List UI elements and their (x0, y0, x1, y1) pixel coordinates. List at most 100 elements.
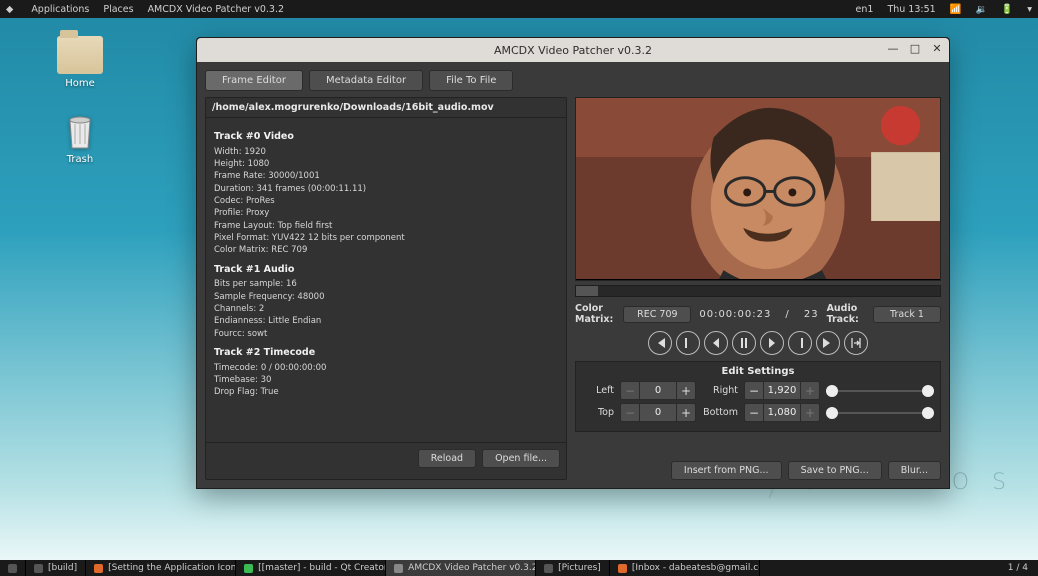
insert-from-png-button[interactable]: Insert from PNG... (671, 461, 782, 480)
open-file-button[interactable]: Open file... (482, 449, 560, 468)
app-icon (244, 564, 253, 573)
taskbar-item-0[interactable]: [build] (26, 560, 86, 576)
tab-file-to-file[interactable]: File To File (429, 70, 513, 91)
blur-button[interactable]: Blur... (888, 461, 941, 480)
loop-button[interactable] (844, 331, 868, 355)
taskbar-item-label: [Pictures] (558, 563, 601, 573)
left-dec-button[interactable]: − (621, 382, 639, 399)
right-panel: Color Matrix: REC 709 00:00:00:23 / 23 A… (575, 97, 941, 480)
taskbar-item-2[interactable]: [[master] - build - Qt Creator (236, 560, 386, 576)
menu-places[interactable]: Places (103, 4, 133, 15)
taskbar-show-desktop[interactable] (0, 560, 26, 576)
window-close-button[interactable]: ✕ (931, 42, 943, 54)
right-stepper[interactable]: − + (744, 381, 820, 400)
top-inc-button[interactable]: + (677, 404, 695, 421)
app-icon (34, 564, 43, 573)
save-to-png-button[interactable]: Save to PNG... (788, 461, 882, 480)
main-tabs: Frame Editor Metadata Editor File To Fil… (205, 70, 941, 91)
left-label: Left (582, 385, 614, 396)
next-frame-button[interactable] (760, 331, 784, 355)
taskbar-item-4[interactable]: [Pictures] (536, 560, 610, 576)
timecode-display: 00:00:00:23 / 23 (699, 309, 818, 320)
top-input[interactable] (639, 404, 677, 421)
horiz-slider[interactable] (826, 384, 934, 398)
menu-appname[interactable]: AMCDX Video Patcher v0.3.2 (148, 4, 284, 15)
right-inc-button[interactable]: + (801, 382, 819, 399)
window-minimize-button[interactable]: — (887, 42, 899, 54)
mark-out-button[interactable] (788, 331, 812, 355)
go-start-button[interactable] (648, 331, 672, 355)
pause-button[interactable] (732, 331, 756, 355)
timeline-progress (576, 286, 598, 296)
reload-button[interactable]: Reload (418, 449, 476, 468)
window-title: AMCDX Video Patcher v0.3.2 (494, 44, 652, 57)
prev-frame-button[interactable] (704, 331, 728, 355)
app-icon (394, 564, 403, 573)
top-stepper[interactable]: − + (620, 403, 696, 422)
track-video-title: Track #0 Video (214, 130, 558, 144)
desktop-trash[interactable]: Trash (48, 112, 112, 165)
app-icon (544, 564, 553, 573)
app-icon (94, 564, 103, 573)
transport-controls (575, 331, 941, 355)
taskbar-item-label: [build] (48, 563, 77, 573)
network-icon[interactable]: 📶 (950, 4, 962, 15)
battery-icon[interactable]: 🔋 (1001, 4, 1013, 15)
trash-icon (57, 112, 103, 150)
vert-slider[interactable] (826, 406, 934, 420)
bottom-label: Bottom (702, 407, 738, 418)
taskbar-item-1[interactable]: [Setting the Application Icon | Qt 5… (86, 560, 236, 576)
workspace-indicator[interactable]: 1 / 4 (998, 560, 1038, 576)
tracks-info: Track #0 Video Width: 1920 Height: 1080 … (206, 118, 566, 442)
volume-icon[interactable]: 🔉 (976, 4, 988, 15)
edit-settings-panel: Edit Settings Left − + Right − + (575, 361, 941, 432)
go-end-button[interactable] (816, 331, 840, 355)
edit-settings-title: Edit Settings (582, 366, 934, 377)
lang-indicator[interactable]: en1 (856, 4, 874, 15)
bottom-stepper[interactable]: − + (744, 403, 820, 422)
activities-icon[interactable]: ◆ (6, 4, 13, 15)
mark-in-button[interactable] (676, 331, 700, 355)
track-audio-title: Track #1 Audio (214, 263, 558, 277)
video-preview[interactable] (575, 97, 941, 281)
right-input[interactable] (763, 382, 801, 399)
folder-icon (57, 36, 103, 74)
window-titlebar[interactable]: AMCDX Video Patcher v0.3.2 — □ ✕ (197, 38, 949, 62)
timeline-scrubber[interactable] (575, 285, 941, 297)
power-icon[interactable]: ▾ (1027, 4, 1032, 15)
left-panel: /home/alex.mogrurenko/Downloads/16bit_au… (205, 97, 567, 480)
app-icon (618, 564, 627, 573)
desktop-trash-label: Trash (48, 154, 112, 165)
bottom-dec-button[interactable]: − (745, 404, 763, 421)
left-input[interactable] (639, 382, 677, 399)
left-inc-button[interactable]: + (677, 382, 695, 399)
track-timecode-title: Track #2 Timecode (214, 346, 558, 360)
audio-track-label: Audio Track: (827, 303, 865, 325)
taskbar: [build] [Setting the Application Icon | Q… (0, 560, 1038, 576)
clock[interactable]: Thu 13:51 (887, 4, 935, 15)
app-window: AMCDX Video Patcher v0.3.2 — □ ✕ Frame E… (196, 37, 950, 489)
tab-metadata-editor[interactable]: Metadata Editor (309, 70, 423, 91)
taskbar-item-3[interactable]: AMCDX Video Patcher v0.3.2 (386, 560, 536, 576)
taskbar-item-label: [Inbox - dabeatesb@gmail.com - Gm… (632, 563, 760, 573)
right-dec-button[interactable]: − (745, 382, 763, 399)
taskbar-item-label: AMCDX Video Patcher v0.3.2 (408, 563, 536, 573)
desktop-home[interactable]: Home (48, 36, 112, 89)
taskbar-item-5[interactable]: [Inbox - dabeatesb@gmail.com - Gm… (610, 560, 760, 576)
left-stepper[interactable]: − + (620, 381, 696, 400)
bottom-inc-button[interactable]: + (801, 404, 819, 421)
audio-track-select[interactable]: Track 1 (873, 306, 941, 323)
color-matrix-label: Color Matrix: (575, 303, 615, 325)
color-matrix-select[interactable]: REC 709 (623, 306, 691, 323)
bottom-input[interactable] (763, 404, 801, 421)
taskbar-item-label: [Setting the Application Icon | Qt 5… (108, 563, 236, 573)
filepath-label: /home/alex.mogrurenko/Downloads/16bit_au… (206, 98, 566, 118)
top-dec-button[interactable]: − (621, 404, 639, 421)
tab-frame-editor[interactable]: Frame Editor (205, 70, 303, 91)
window-maximize-button[interactable]: □ (909, 42, 921, 54)
gnome-topbar: ◆ Applications Places AMCDX Video Patche… (0, 0, 1038, 18)
menu-applications[interactable]: Applications (31, 4, 89, 15)
top-label: Top (582, 407, 614, 418)
video-frame-image (576, 98, 940, 279)
right-label: Right (702, 385, 738, 396)
